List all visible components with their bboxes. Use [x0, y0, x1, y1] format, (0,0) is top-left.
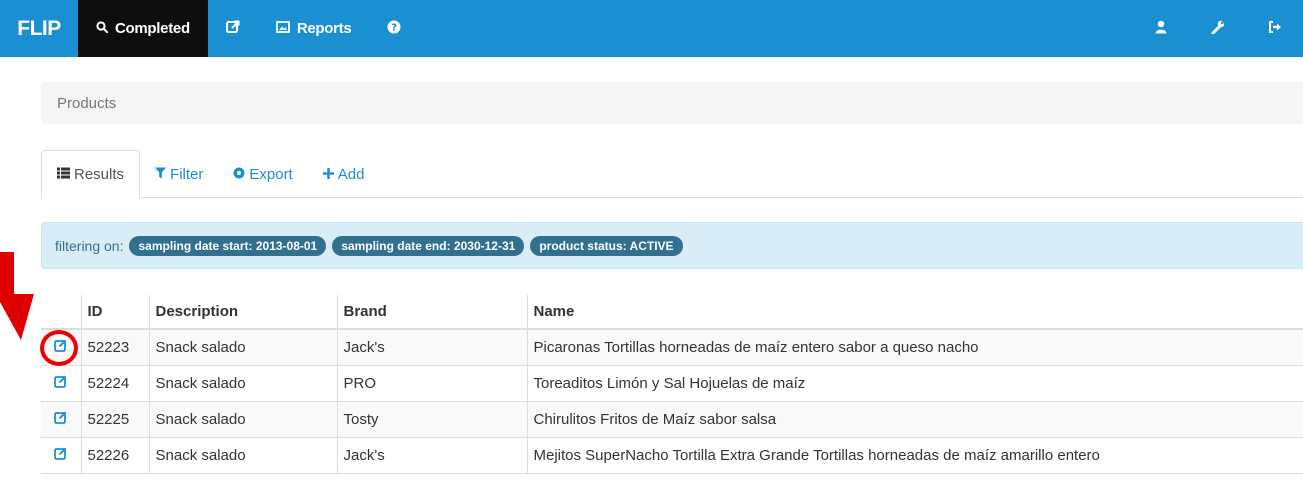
cell-id: 52223 [80, 328, 149, 365]
cell-brand: Tosty [336, 400, 527, 437]
nav-right-group [1132, 0, 1303, 57]
nav-user[interactable] [1132, 0, 1189, 57]
row-edit-cell [41, 364, 81, 401]
annotation-circle [40, 330, 78, 366]
tab-export-label: Export [249, 165, 293, 183]
filter-summary: filtering on: sampling date start: 2013-… [41, 222, 1303, 269]
cell-brand: Jack's [336, 436, 527, 474]
edit-icon[interactable] [54, 375, 67, 392]
cell-name: Chirulitos Fritos de Maíz sabor salsa [526, 400, 1303, 437]
column-header-name[interactable]: Name [526, 295, 1303, 330]
edit-icon[interactable] [54, 411, 67, 428]
tab-results-label: Results [74, 165, 125, 183]
nav-reports[interactable]: Reports [258, 0, 370, 57]
table-row: 52223 Snack salado Jack's Picaronas Tort… [41, 328, 1303, 365]
row-edit-cell [41, 436, 81, 474]
table-row: 52225 Snack salado Tosty Chirulitos Frit… [41, 400, 1303, 437]
column-header-brand[interactable]: Brand [336, 295, 527, 330]
breadcrumb-products: Products [57, 94, 117, 112]
tab-results[interactable]: Results [41, 150, 141, 198]
tab-filter-label: Filter [170, 165, 204, 183]
log-out-icon [1268, 20, 1282, 38]
nav-settings[interactable] [1189, 0, 1246, 57]
cell-description: Snack salado [148, 328, 337, 365]
nav-completed-label: Completed [115, 20, 190, 37]
filter-label: filtering on: [55, 237, 124, 254]
column-header-description[interactable]: Description [148, 295, 337, 330]
cell-name: Mejitos SuperNacho Tortilla Extra Grande… [526, 436, 1303, 474]
cell-description: Snack salado [148, 436, 337, 474]
cell-id: 52224 [80, 364, 149, 401]
breadcrumb: Products [41, 82, 1303, 124]
table-row: 52226 Snack salado Jack's Mejitos SuperN… [41, 436, 1303, 474]
row-edit-cell [41, 400, 81, 437]
results-table: ID Description Brand Name 52223 Snack sa… [41, 295, 1303, 474]
edit-icon[interactable] [54, 447, 67, 464]
cell-id: 52225 [80, 400, 149, 437]
brand-logo[interactable]: FLIP [0, 0, 78, 57]
nav-completed[interactable]: Completed [78, 0, 208, 57]
annotation-arrow-icon [0, 252, 34, 340]
column-header-id[interactable]: ID [80, 295, 149, 330]
nav-reports-label: Reports [296, 20, 352, 37]
tab-filter[interactable]: Filter [140, 151, 218, 197]
cell-id: 52226 [80, 436, 149, 474]
wrench-icon [1211, 20, 1225, 38]
top-navbar: FLIP Completed Reports ? [0, 0, 1303, 57]
cell-brand: Jack's [336, 328, 527, 365]
filter-badge-start-date: sampling date start: 2013-08-01 [129, 235, 327, 256]
nav-help[interactable]: ? [369, 0, 419, 57]
question-circle-icon: ? [387, 20, 401, 38]
table-row: 52224 Snack salado PRO Toreaditos Limón … [41, 364, 1303, 401]
filter-badge-status: product status: ACTIVE [530, 235, 683, 256]
image-icon [275, 20, 290, 37]
external-link-icon [225, 20, 240, 38]
search-icon [96, 20, 109, 37]
tab-export[interactable]: Export [218, 151, 307, 197]
list-icon [57, 166, 70, 183]
table-header-row: ID Description Brand Name [41, 295, 1303, 330]
cell-brand: PRO [336, 364, 527, 401]
cell-name: Picaronas Tortillas horneadas de maíz en… [526, 328, 1303, 365]
tab-add[interactable]: Add [308, 151, 380, 197]
filter-icon [155, 166, 167, 183]
user-icon [1154, 20, 1168, 38]
plus-icon [322, 166, 334, 183]
cell-name: Toreaditos Limón y Sal Hojuelas de maíz [526, 364, 1303, 401]
svg-text:?: ? [392, 22, 398, 33]
cell-description: Snack salado [148, 400, 337, 437]
nav-logout[interactable] [1246, 0, 1303, 57]
cell-description: Snack salado [148, 364, 337, 401]
filter-badge-end-date: sampling date end: 2030-12-31 [332, 235, 525, 256]
nav-edit-link[interactable] [208, 0, 258, 57]
results-tabs: Results Filter Export Add [41, 150, 1303, 198]
export-circle-icon [233, 166, 245, 183]
tab-add-label: Add [337, 165, 365, 183]
